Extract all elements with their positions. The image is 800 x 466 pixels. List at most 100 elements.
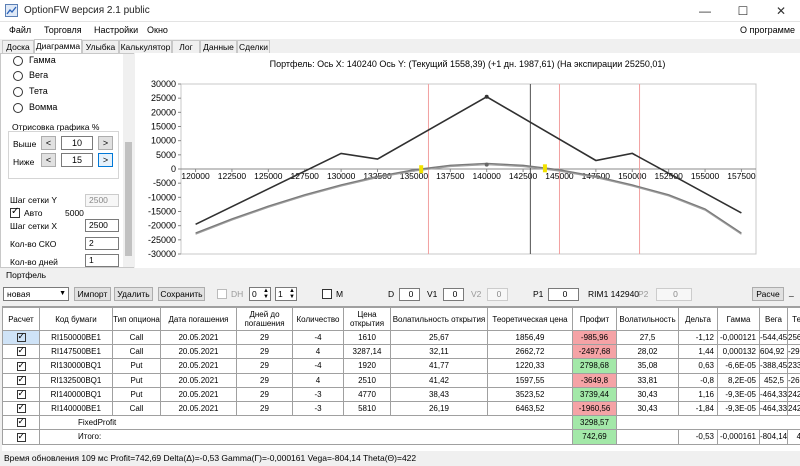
v1-input[interactable]: 0 <box>443 288 464 301</box>
row-calc-checkbox[interactable] <box>2 329 40 346</box>
table-row[interactable]: RI130000BQ1Put20.05.202129-4192041,77122… <box>2 358 800 374</box>
above-increase-button[interactable]: > <box>98 136 113 150</box>
tab-log[interactable]: Лог <box>172 40 200 53</box>
scrollbar-thumb[interactable] <box>125 142 132 256</box>
col-gamma[interactable]: Гамма <box>717 307 760 331</box>
tab-calculator[interactable]: Калькулятор <box>119 40 172 53</box>
row-calc-checkbox[interactable] <box>2 372 40 388</box>
p1-input[interactable]: 0 <box>548 288 579 301</box>
tab-diagram[interactable]: Диаграмма <box>34 39 82 53</box>
sko-label: Кол-во СКО <box>10 239 57 249</box>
total-profit: 742,69 <box>572 429 617 445</box>
col-vol[interactable]: Волатильность <box>616 307 679 331</box>
col-profit[interactable]: Профит <box>572 307 617 331</box>
grid-y-input[interactable]: 2500 <box>85 194 119 207</box>
cell-vol: 27,5 <box>616 329 679 346</box>
dh-checkbox[interactable] <box>217 289 227 299</box>
cell-theo-price: 6463,52 <box>487 400 573 417</box>
minimize-button[interactable]: — <box>686 0 724 22</box>
y-tick-label: -25000 <box>148 235 176 245</box>
col-days[interactable]: Дней до погашения <box>236 307 293 331</box>
d-input[interactable]: 0 <box>399 288 420 301</box>
days-input[interactable]: 1 <box>85 254 119 267</box>
cell-vol: 30,43 <box>616 386 679 402</box>
radio-gamma[interactable]: Гамма <box>13 55 56 67</box>
col-qty[interactable]: Количество <box>292 307 344 331</box>
col-open-vol[interactable]: Волатильность открытия <box>390 307 488 331</box>
chart-canvas[interactable]: 30000 25000 20000 15000 10000 5000 0 -5000 -1000… <box>135 53 800 268</box>
table-row[interactable]: RI147500BE1Call20.05.20212943287,1432,11… <box>2 344 800 360</box>
col-theo-price[interactable]: Теоретическая цена <box>487 307 573 331</box>
cell-qty: -3 <box>292 386 344 402</box>
row-calc-checkbox[interactable] <box>2 400 40 417</box>
cell-type: Call <box>112 400 161 417</box>
import-button[interactable]: Импорт <box>74 287 111 301</box>
cell-open-price: 3287,14 <box>343 344 391 360</box>
above-decrease-button[interactable]: < <box>41 136 56 150</box>
v2-input[interactable]: 0 <box>487 288 508 301</box>
tab-deals[interactable]: Сделки <box>237 40 270 53</box>
delete-button[interactable]: Удалить <box>114 287 153 301</box>
cell-type: Put <box>112 386 161 402</box>
grid-x-label: Шаг сетки X <box>10 221 58 231</box>
col-expiry[interactable]: Дата погашения <box>160 307 237 331</box>
tab-board[interactable]: Доска <box>2 40 34 53</box>
menu-file[interactable]: Файл <box>9 25 31 35</box>
cell-days: 29 <box>236 400 293 417</box>
cell-gamma: -0,000121 <box>717 329 760 346</box>
table-row[interactable]: RI140000BQ1Put20.05.202129-3477038,43352… <box>2 386 800 402</box>
dh-spin-2[interactable]: 1 ▲ ▼ <box>275 287 297 301</box>
below-decrease-button[interactable]: < <box>41 153 56 167</box>
dh-spin-1[interactable]: 0 ▲ ▼ <box>249 287 271 301</box>
d-label: D <box>388 289 395 299</box>
sko-input[interactable]: 2 <box>85 237 119 250</box>
fixed-calc-checkbox[interactable] <box>2 415 40 431</box>
calc-button[interactable]: Расче <box>752 287 784 301</box>
row-calc-checkbox[interactable] <box>2 386 40 402</box>
radio-theta[interactable]: Тета <box>13 86 48 98</box>
total-calc-checkbox[interactable] <box>2 429 40 445</box>
auto-checkbox[interactable] <box>10 206 20 218</box>
cell-expiry: 20.05.2021 <box>160 344 237 360</box>
save-button[interactable]: Сохранить <box>158 287 205 301</box>
dh-label: DH <box>231 289 244 299</box>
cell-qty: -4 <box>292 358 344 374</box>
col-open-price[interactable]: Цена открытия <box>343 307 391 331</box>
col-vega[interactable]: Вега <box>759 307 788 331</box>
grid-x-input[interactable]: 2500 <box>85 219 119 232</box>
below-value[interactable]: 15 <box>61 153 93 167</box>
portfolio-select[interactable]: новая ▼ <box>3 287 69 301</box>
close-button[interactable]: ✕ <box>762 0 800 22</box>
col-delta[interactable]: Дельта <box>678 307 718 331</box>
col-calc[interactable]: Расчет <box>2 307 40 331</box>
auto-value: 5000 <box>65 208 84 218</box>
radio-vomma[interactable]: Вомма <box>13 102 57 114</box>
tab-data[interactable]: Данные <box>200 40 237 53</box>
menu-trading[interactable]: Торговля <box>44 25 82 35</box>
row-calc-checkbox[interactable] <box>2 358 40 374</box>
menu-window[interactable]: Окно <box>147 25 168 35</box>
total-theta: 422 <box>787 429 800 445</box>
below-increase-button[interactable]: > <box>98 153 113 167</box>
m-checkbox[interactable] <box>322 289 332 299</box>
above-value[interactable]: 10 <box>61 136 93 150</box>
col-theta[interactable]: Тета <box>787 307 800 331</box>
menu-settings[interactable]: Настройки <box>94 25 138 35</box>
below-label: Ниже <box>13 157 35 167</box>
table-row[interactable]: RI140000BE1Call20.05.202129-3581026,1964… <box>2 400 800 417</box>
table-row[interactable]: RI150000BE1Call20.05.202129-4161025,6718… <box>2 329 800 346</box>
p2-input[interactable]: 0 <box>656 288 692 301</box>
payoff-chart[interactable]: 30000 25000 20000 15000 10000 5000 0 -5000 -1000… <box>135 53 800 268</box>
col-type[interactable]: Тип опциона <box>112 307 161 331</box>
menu-about[interactable]: О программе <box>740 25 795 35</box>
tab-smile[interactable]: Улыбка <box>82 40 119 53</box>
maximize-button[interactable]: ☐ <box>724 0 762 22</box>
row-calc-checkbox[interactable] <box>2 344 40 360</box>
radio-vega[interactable]: Вега <box>13 70 48 82</box>
cell-theta: 233,67 <box>787 358 800 374</box>
col-code[interactable]: Код бумаги <box>39 307 113 331</box>
left-panel-scrollbar[interactable] <box>123 54 134 267</box>
x-tick-label: 122500 <box>218 171 247 181</box>
table-row[interactable]: RI132500BQ1Put20.05.2021294251041,421597… <box>2 372 800 388</box>
collapse-icon[interactable]: _ <box>789 287 794 297</box>
